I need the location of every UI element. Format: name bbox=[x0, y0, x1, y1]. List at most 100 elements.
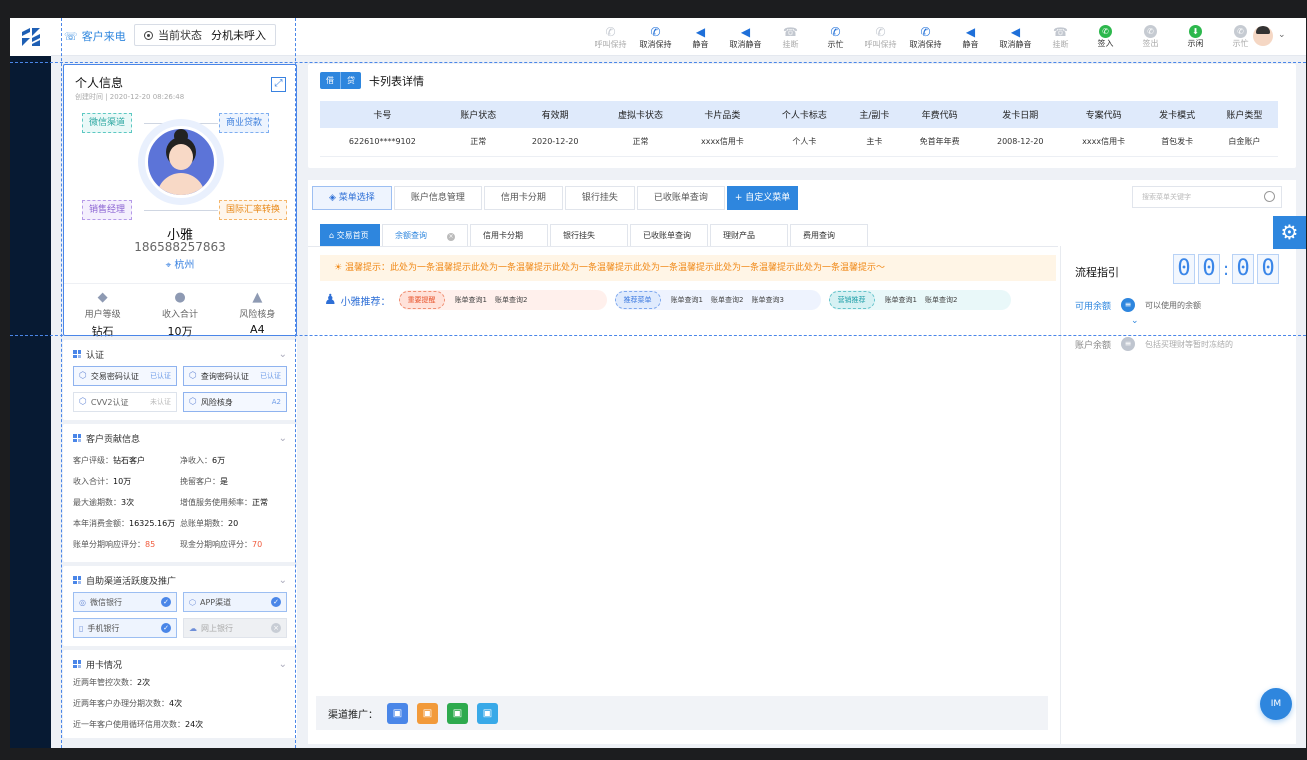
tab-installment[interactable]: 信用卡分期 bbox=[483, 186, 563, 210]
briefcase-icon[interactable]: ▣ bbox=[477, 702, 498, 724]
grid-icon bbox=[73, 434, 81, 442]
timer-digit: 0 bbox=[1257, 254, 1280, 284]
toolbar-button-5[interactable]: ✆ 示忙 bbox=[813, 21, 858, 53]
toolbar-button-4[interactable]: ☎ 挂断 bbox=[768, 21, 813, 53]
toolbar-button-11[interactable]: ✆ 签入 bbox=[1083, 21, 1128, 53]
tab-loss-page[interactable]: 银行挂失 bbox=[550, 224, 628, 246]
toolbar-button-9[interactable]: ◀ 取消静音 bbox=[993, 21, 1038, 53]
toolbar-button-label: 取消静音 bbox=[729, 39, 762, 49]
call-timer: 0 0 : 0 0 bbox=[1173, 254, 1280, 284]
app-window: ☏ 客户来电 当前状态 分机未呼入 ✆ 呼叫保持 ✆ 取消保持 ◀ 静音 ◀ 取消静音 ☎ 挂断 ✆… bbox=[10, 18, 1306, 748]
briefcase-icon[interactable]: ▣ bbox=[447, 702, 468, 724]
diamond-icon: ◆ bbox=[97, 290, 108, 305]
channel-wechat-bank[interactable]: ◎ 微信银行 ✓ bbox=[73, 592, 177, 612]
tab-account-info[interactable]: 账户信息管理 bbox=[393, 186, 482, 210]
mobile-icon: ▯ bbox=[79, 623, 84, 633]
settings-gear-icon[interactable]: ⚙ bbox=[1273, 216, 1306, 249]
chevron-down-icon[interactable]: ⌄ bbox=[279, 349, 287, 360]
warning-icon: ▲ bbox=[252, 290, 263, 305]
guide-line bbox=[10, 335, 1306, 336]
tab-home[interactable]: ⌂ 交易首页 bbox=[320, 224, 380, 246]
expand-icon[interactable]: ⤢ bbox=[271, 77, 286, 92]
briefcase-icon[interactable]: ▣ bbox=[417, 702, 438, 724]
tab-installment-page[interactable]: 信用卡分期 bbox=[470, 224, 548, 246]
column-header: 主/副卡 bbox=[846, 101, 903, 128]
phone-unhold-icon: ✆ bbox=[650, 24, 661, 39]
shield-icon: ⬡ bbox=[79, 397, 87, 407]
close-icon[interactable]: × bbox=[447, 233, 455, 241]
tag-sales-manager[interactable]: 销售经理 bbox=[82, 200, 133, 220]
divider bbox=[308, 246, 1058, 247]
toolbar-button-label: 取消保持 bbox=[909, 39, 942, 49]
recommend-link[interactable]: 账单查询1 bbox=[671, 295, 703, 305]
stat-income: ● 收入合计 10万 bbox=[141, 290, 218, 339]
pill-marketing[interactable]: 营销推荐 bbox=[828, 291, 875, 309]
toolbar-button-2[interactable]: ◀ 静音 bbox=[678, 21, 723, 53]
tag-exchange-rate[interactable]: 国际汇率转换 bbox=[219, 200, 288, 220]
tab-menu-select[interactable]: ◈ 菜单选择 bbox=[312, 186, 392, 210]
channel-web-bank[interactable]: ☁ 网上银行 × bbox=[183, 618, 287, 638]
toolbar-button-13[interactable]: ⬇ 示闲 bbox=[1173, 21, 1218, 53]
tab-fee-query[interactable]: 费用查询 bbox=[790, 224, 868, 246]
toolbar-button-12[interactable]: ✆ 签出 bbox=[1128, 21, 1173, 53]
pill-menu[interactable]: 推荐菜单 bbox=[614, 291, 661, 309]
check-icon: ✓ bbox=[271, 597, 281, 607]
recommend-link[interactable]: 账单查询2 bbox=[495, 295, 527, 305]
chevron-down-icon[interactable]: ⌄ bbox=[279, 433, 287, 444]
recommend-link[interactable]: 账单查询3 bbox=[752, 295, 784, 305]
recommend-link[interactable]: 账单查询1 bbox=[885, 295, 917, 305]
auth-risk-check[interactable]: ⬡ 风险核身 A2 bbox=[183, 392, 287, 412]
toolbar-button-3[interactable]: ◀ 取消静音 bbox=[723, 21, 768, 53]
toolbar-button-label: 取消静音 bbox=[999, 39, 1032, 49]
flow-step-available[interactable]: 可用余额 ≡ 可以使用的余额 bbox=[1075, 298, 1201, 312]
toolbar-button-10[interactable]: ☎ 挂断 bbox=[1038, 21, 1083, 53]
im-chat-button[interactable]: IM bbox=[1260, 688, 1292, 720]
chevron-down-icon[interactable]: ⌄ bbox=[279, 659, 287, 670]
table-cell: 免首年年费 bbox=[902, 128, 977, 157]
phone-unhold-icon: ✆ bbox=[920, 24, 931, 39]
tab-bill-page[interactable]: 已收账单查询 bbox=[630, 224, 708, 246]
chevron-down-icon[interactable]: ⌄ bbox=[279, 575, 287, 586]
recommend-label: 小雅推荐： bbox=[340, 296, 391, 308]
table-cell: 个人卡 bbox=[762, 128, 847, 157]
briefcase-icon[interactable]: ▣ bbox=[387, 702, 408, 724]
timer-digit: 0 bbox=[1198, 254, 1220, 284]
toolbar-button-0[interactable]: ✆ 呼叫保持 bbox=[588, 21, 633, 53]
auth-trade-password[interactable]: ⬡ 交易密码认证 已认证 bbox=[73, 366, 177, 386]
tab-wealth[interactable]: 理财产品 bbox=[710, 224, 788, 246]
pill-important[interactable]: 重要提醒 bbox=[398, 291, 445, 309]
tag-commercial-loan[interactable]: 商业贷款 bbox=[219, 113, 270, 133]
table-cell: 白金账户 bbox=[1210, 128, 1278, 157]
grid-icon bbox=[73, 660, 81, 668]
toolbar-button-1[interactable]: ✆ 取消保持 bbox=[633, 21, 678, 53]
debit-credit-toggle[interactable]: 借贷 bbox=[320, 72, 361, 89]
chevron-down-icon[interactable]: ⌄ bbox=[1278, 30, 1286, 40]
toolbar-button-6[interactable]: ✆ 呼叫保持 bbox=[858, 21, 903, 53]
toolbar-button-7[interactable]: ✆ 取消保持 bbox=[903, 21, 948, 53]
channel-app[interactable]: ⬡ APP渠道 ✓ bbox=[183, 592, 287, 612]
status-label: 当前状态 bbox=[158, 29, 202, 42]
section-title: 客户贡献信息 bbox=[86, 434, 141, 445]
tab-bill-query[interactable]: 已收账单查询 bbox=[636, 186, 725, 210]
column-header: 年费代码 bbox=[902, 101, 977, 128]
busy-icon: ✆ bbox=[1234, 25, 1247, 38]
user-avatar[interactable] bbox=[1253, 26, 1273, 46]
add-custom-menu-button[interactable]: + 自定义菜单 bbox=[726, 186, 799, 210]
flow-step-account[interactable]: 账户余额 ≡ 包括买理财等暂时冻结的 bbox=[1075, 337, 1233, 351]
page-tabs: ⌂ 交易首页 余额查询 × 信用卡分期 银行挂失 已收账单查询 理财产品 费用查询 bbox=[320, 224, 870, 246]
tab-balance-query[interactable]: 余额查询 × bbox=[382, 224, 468, 246]
recommend-link[interactable]: 账单查询1 bbox=[455, 295, 487, 305]
recommend-link[interactable]: 账单查询2 bbox=[711, 295, 743, 305]
grid-icon bbox=[73, 350, 81, 358]
toolbar-button-8[interactable]: ◀ 静音 bbox=[948, 21, 993, 53]
auth-cvv2[interactable]: ⬡ CVV2认证 未认证 bbox=[73, 392, 177, 412]
tag-wechat-channel[interactable]: 微信渠道 bbox=[82, 113, 133, 133]
incoming-call-indicator[interactable]: ☏ 客户来电 bbox=[64, 28, 126, 44]
auth-query-password[interactable]: ⬡ 查询密码认证 已认证 bbox=[183, 366, 287, 386]
tab-report-loss[interactable]: 银行挂失 bbox=[564, 186, 635, 210]
menu-search-input[interactable]: 搜索菜单关键字 bbox=[1132, 186, 1282, 208]
channel-mobile-bank[interactable]: ▯ 手机银行 ✓ bbox=[73, 618, 177, 638]
home-icon: ⌂ bbox=[329, 231, 337, 240]
recommend-link[interactable]: 账单查询2 bbox=[925, 295, 957, 305]
table-row[interactable]: 622610****9102 正常 2020-12-20 正常 xxxx信用卡 个人卡 主卡… bbox=[320, 128, 1278, 157]
